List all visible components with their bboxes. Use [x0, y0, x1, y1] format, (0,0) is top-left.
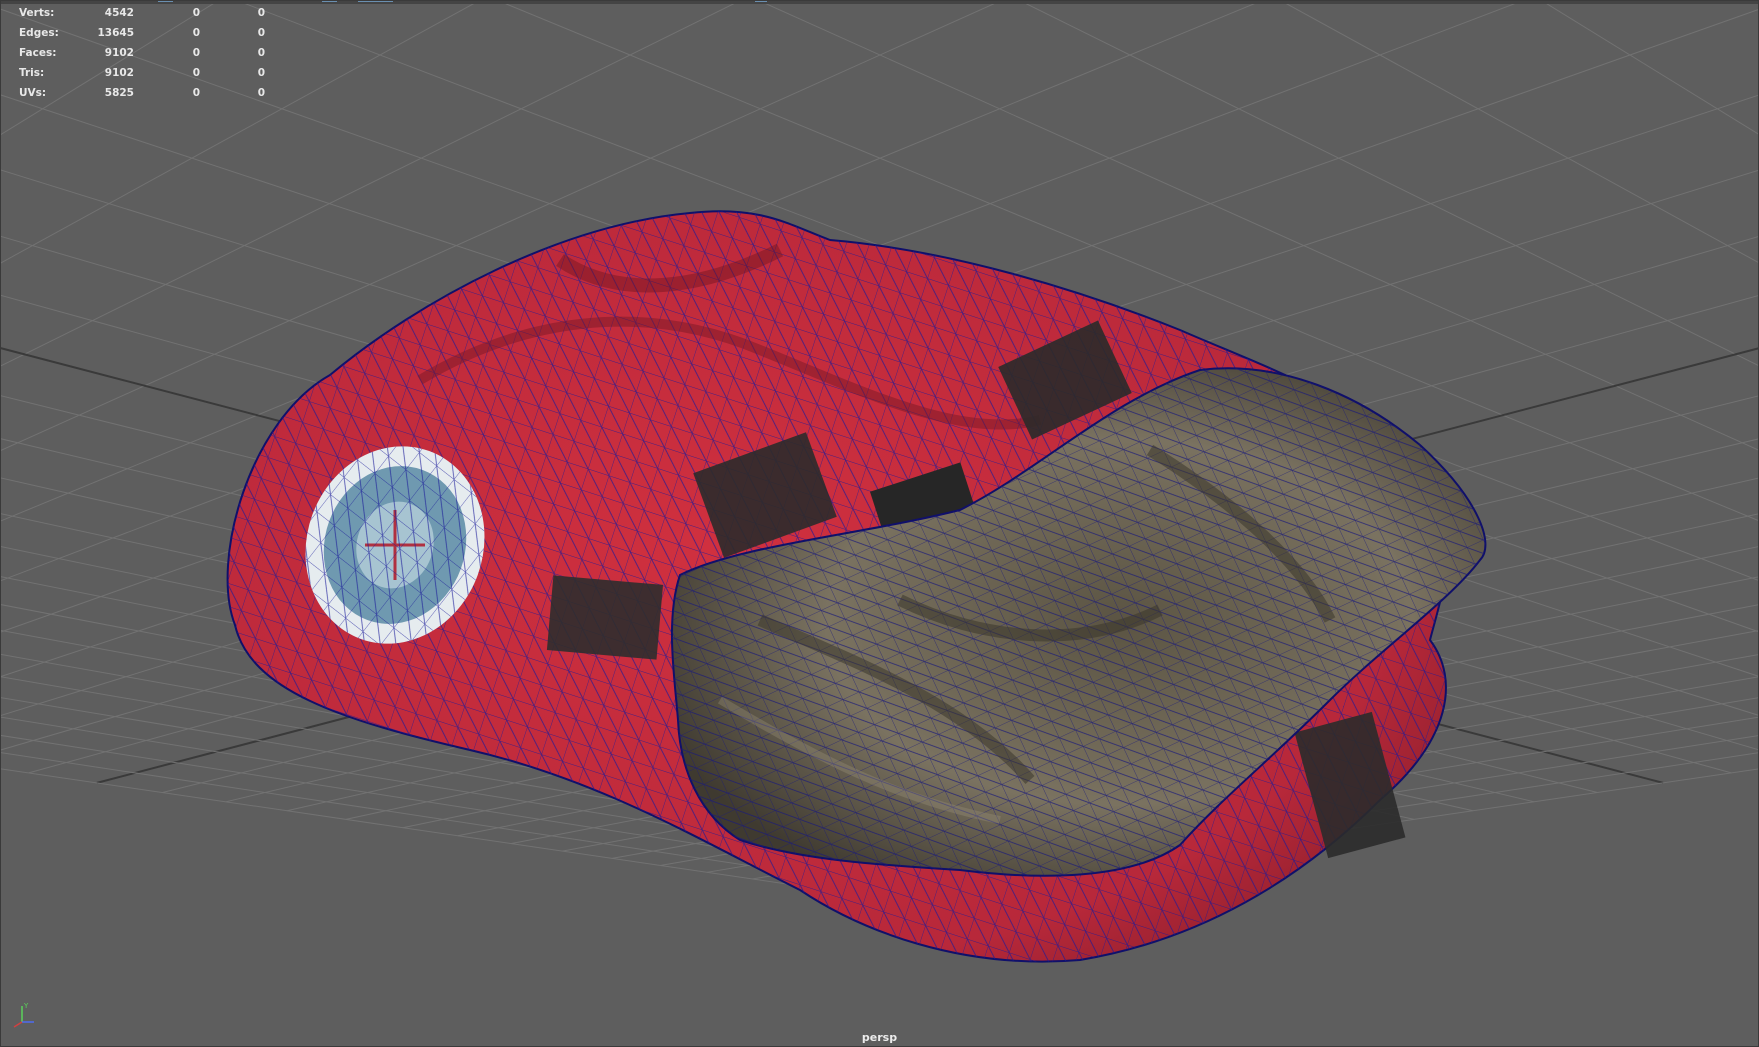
hud-row-faces: Faces: 9102 0 0: [0, 44, 280, 64]
hud-label: Edges:: [19, 27, 59, 39]
hud-selected: 0: [192, 47, 200, 59]
scene-canvas[interactable]: [0, 0, 1759, 1047]
camera-name-label: persp: [861, 1031, 898, 1044]
hud-selected-obj: 0: [257, 7, 265, 19]
hud-label: Tris:: [19, 67, 45, 79]
hud-label: Verts:: [19, 7, 55, 19]
hud-row-verts: Verts: 4542 0 0: [0, 4, 280, 24]
axis-y-label: Y: [23, 1002, 29, 1010]
hud-row-edges: Edges: 13645 0 0: [0, 24, 280, 44]
hud-selected: 0: [192, 67, 200, 79]
hud-label: UVs:: [19, 87, 47, 99]
toolbar-indicator: [322, 0, 337, 2]
hud-total: 5825: [104, 87, 134, 99]
axis-gizmo-icon: Y: [13, 1002, 34, 1028]
hud-total: 4542: [104, 7, 134, 19]
hud-selected-obj: 0: [257, 87, 265, 99]
hud-selected: 0: [192, 27, 200, 39]
toolbar-indicator: [158, 0, 173, 2]
hud-label: Faces:: [19, 47, 57, 59]
hud-selected-obj: 0: [257, 47, 265, 59]
hud-total: 9102: [104, 67, 134, 79]
hud-selected: 0: [192, 7, 200, 19]
hud-total: 9102: [104, 47, 134, 59]
hud-selected-obj: 0: [257, 27, 265, 39]
hud-selected: 0: [192, 87, 200, 99]
hud-row-tris: Tris: 9102 0 0: [0, 64, 280, 84]
hud-selected-obj: 0: [257, 67, 265, 79]
hud-total: 13645: [97, 27, 134, 39]
toolbar-indicator: [755, 0, 767, 2]
hud-row-uvs: UVs: 5825 0 0: [0, 84, 280, 104]
toolbar-indicator: [358, 0, 393, 2]
3d-viewport[interactable]: Verts: 4542 0 0 Edges: 13645 0 0 Faces: …: [0, 0, 1759, 1047]
